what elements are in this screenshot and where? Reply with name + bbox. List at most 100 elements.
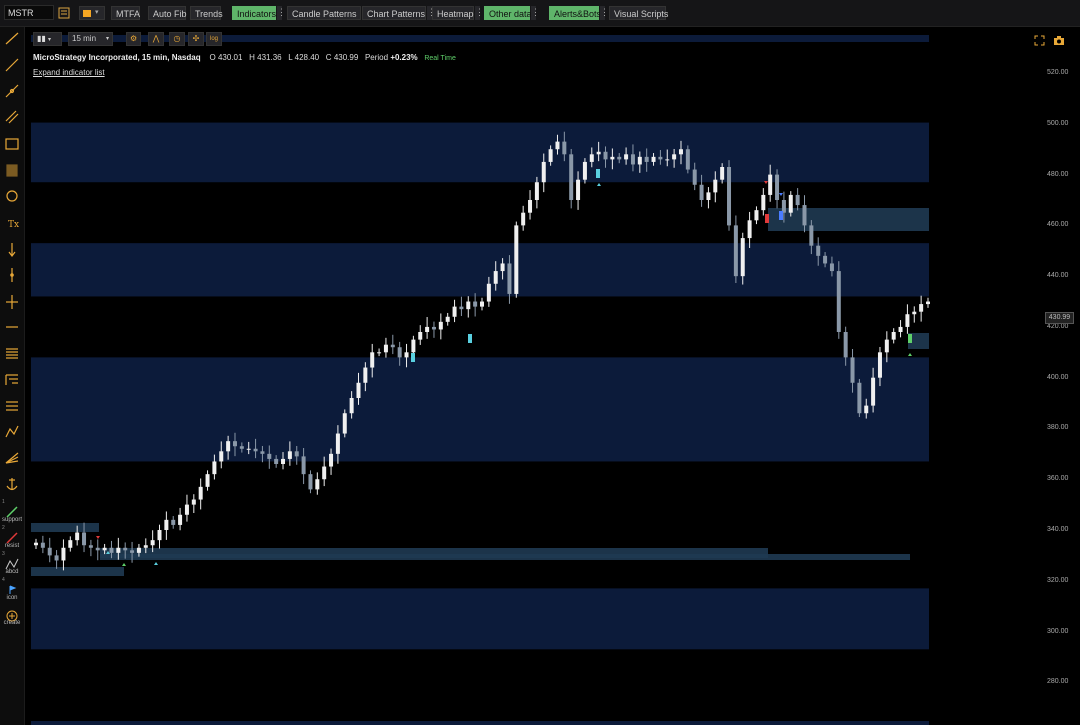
watchlist-icon[interactable]: [58, 6, 70, 19]
resist-icon[interactable]: [6, 532, 18, 544]
toolbar-button-trends[interactable]: Trends: [190, 6, 223, 20]
toolbar-button-auto-fib[interactable]: Auto Fib: [148, 6, 187, 20]
candle-body: [281, 458, 286, 464]
candle-body: [102, 547, 107, 551]
candle-body: [665, 159, 670, 161]
toolbar-button-chart-patterns[interactable]: Chart Patterns: [362, 6, 426, 20]
candle-body: [637, 156, 642, 165]
price-tick-label: 340.00: [1047, 526, 1069, 533]
candle-body: [685, 149, 690, 170]
toolbar-button-indicators[interactable]: Indicators: [232, 6, 276, 20]
candle-body: [500, 263, 505, 272]
candle-body: [246, 448, 251, 450]
toolbar-button-heatmap[interactable]: Heatmap: [432, 6, 474, 20]
candle-body: [884, 339, 889, 353]
candle-body: [335, 433, 340, 454]
log-scale-icon[interactable]: log: [206, 32, 222, 46]
candle-body: [507, 263, 512, 294]
parallel-lines-icon[interactable]: [6, 401, 18, 411]
toolbar-button-mtfa[interactable]: MTFA: [111, 6, 140, 20]
candle-body: [438, 321, 443, 330]
candle-body: [287, 451, 292, 459]
candle-body: [630, 154, 635, 165]
fill-rect-icon[interactable]: [6, 164, 18, 177]
candle-body: [836, 271, 841, 332]
price-tick-label: 360.00: [1047, 475, 1069, 483]
support-icon[interactable]: [6, 506, 18, 518]
candle-body: [692, 169, 697, 185]
toolbar-button-visual-scripts[interactable]: Visual Scripts: [609, 6, 668, 20]
toolbar-button-other-data[interactable]: Other data: [484, 6, 532, 20]
channel-icon[interactable]: [5, 110, 19, 124]
chart-type-button[interactable]: ▮▮ ▾: [33, 32, 62, 46]
compare-icon[interactable]: ⋀: [148, 32, 164, 46]
candle-body: [342, 413, 347, 434]
interval-select[interactable]: 15 min ▾: [68, 32, 113, 46]
more-options-icon[interactable]: ⋮: [475, 6, 484, 20]
candle-body: [205, 474, 210, 487]
candle-body: [61, 547, 66, 561]
candle-body: [589, 154, 594, 162]
flag-icon[interactable]: [9, 585, 17, 594]
candle-body: [678, 149, 683, 155]
top-toolbar: MSTR ▾ MTFA Auto Fib Trends Indicators ⋮ Cand…: [0, 0, 1080, 27]
color-picker[interactable]: ▾: [79, 6, 105, 20]
settings-gear-icon[interactable]: ⚙: [126, 32, 141, 46]
color-swatch: [83, 10, 91, 17]
gann-fan-icon[interactable]: [5, 452, 19, 464]
price-chart[interactable]: [25, 27, 1080, 725]
polyline-icon[interactable]: [5, 425, 19, 438]
price-tick-label: 480.00: [1047, 170, 1069, 178]
fib-extension-icon[interactable]: [5, 374, 18, 385]
candle-body: [459, 306, 464, 310]
fib-retracement-icon[interactable]: [6, 348, 18, 359]
chevron-down-icon: ▾: [95, 9, 99, 16]
abcd-icon[interactable]: [5, 558, 19, 570]
order-block: [31, 523, 99, 532]
cross-line-icon[interactable]: [6, 295, 18, 309]
fullscreen-icon[interactable]: [1034, 35, 1045, 46]
realtime-badge: Real Time: [424, 55, 456, 62]
symbol-input[interactable]: MSTR: [4, 5, 54, 20]
candle-body: [486, 283, 491, 302]
expand-indicator-link[interactable]: Expand indicator list: [33, 68, 105, 77]
candle-body: [116, 547, 121, 553]
camera-icon[interactable]: [1054, 36, 1064, 45]
more-options-icon[interactable]: ⋮: [600, 6, 609, 20]
candle-body: [644, 156, 649, 162]
text-tool-icon[interactable]: Tx: [8, 220, 19, 230]
candle-body: [720, 167, 725, 180]
ray-icon[interactable]: [5, 58, 19, 72]
candle-body: [315, 479, 320, 490]
rectangle-icon[interactable]: [5, 138, 19, 150]
candle-body: [411, 339, 416, 353]
candle-body: [528, 200, 533, 213]
signal-candle: [779, 211, 783, 220]
candle-body: [754, 210, 759, 221]
supply-demand-zone: [31, 243, 929, 297]
anchor-icon[interactable]: [6, 478, 18, 491]
candle-body: [788, 194, 793, 213]
chart-corner-controls: [1034, 35, 1066, 47]
candle-body: [473, 301, 478, 307]
trend-line-icon[interactable]: [5, 32, 19, 45]
toolbar-button-candle-patterns[interactable]: Candle Patterns: [287, 6, 361, 20]
crosshair-icon[interactable]: ✣: [188, 32, 204, 46]
ohlc-legend: MicroStrategy Incorporated, 15 min, Nasd…: [33, 53, 456, 62]
circle-icon[interactable]: [6, 190, 18, 202]
more-options-icon[interactable]: ⋮: [531, 6, 540, 20]
buy-signal-marker: [908, 353, 912, 356]
toolbar-button-alerts-bots[interactable]: Alerts&Bots: [549, 6, 601, 20]
candle-body: [377, 352, 382, 354]
chart-area[interactable]: [25, 27, 1080, 725]
more-options-icon[interactable]: ⋮: [277, 6, 286, 20]
candle-body: [219, 451, 224, 462]
candle-body: [383, 344, 388, 353]
candle-body: [123, 547, 128, 551]
arrow-down-icon[interactable]: [8, 243, 16, 257]
vertical-line-icon[interactable]: [10, 268, 14, 282]
candle-body: [541, 161, 546, 183]
price-tick-label: 460.00: [1047, 221, 1069, 229]
extended-line-icon[interactable]: [5, 84, 19, 98]
clock-icon[interactable]: ◷: [169, 32, 185, 46]
